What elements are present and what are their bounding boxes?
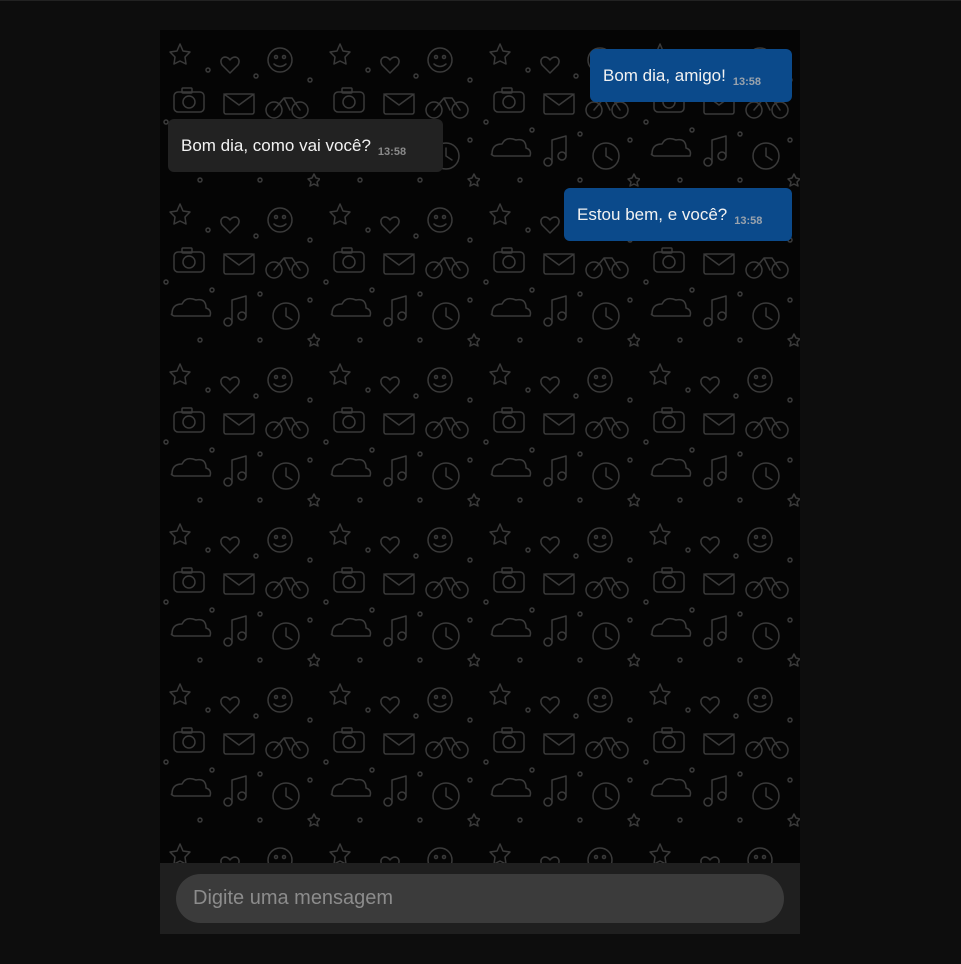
message-timestamp: 13:58 <box>732 76 761 88</box>
composer-bar <box>160 863 800 934</box>
message-bubble-sent[interactable]: Bom dia, amigo! 13:58 <box>590 49 792 102</box>
message-text: Bom dia, como vai você? <box>181 135 371 155</box>
message-timestamp: 13:58 <box>734 215 763 227</box>
message-text: Bom dia, amigo! <box>603 65 726 85</box>
message-input[interactable] <box>176 874 784 923</box>
message-list: Bom dia, amigo! 13:58 Bom dia, como vai … <box>160 30 800 863</box>
message-bubble-received[interactable]: Bom dia, como vai você? 13:58 <box>168 119 443 172</box>
window-top-edge <box>0 0 961 1</box>
chat-window: Bom dia, amigo! 13:58 Bom dia, como vai … <box>160 30 800 934</box>
message-bubble-sent[interactable]: Estou bem, e você? 13:58 <box>564 188 792 241</box>
message-text: Estou bem, e você? <box>577 204 728 224</box>
message-timestamp: 13:58 <box>377 146 407 158</box>
